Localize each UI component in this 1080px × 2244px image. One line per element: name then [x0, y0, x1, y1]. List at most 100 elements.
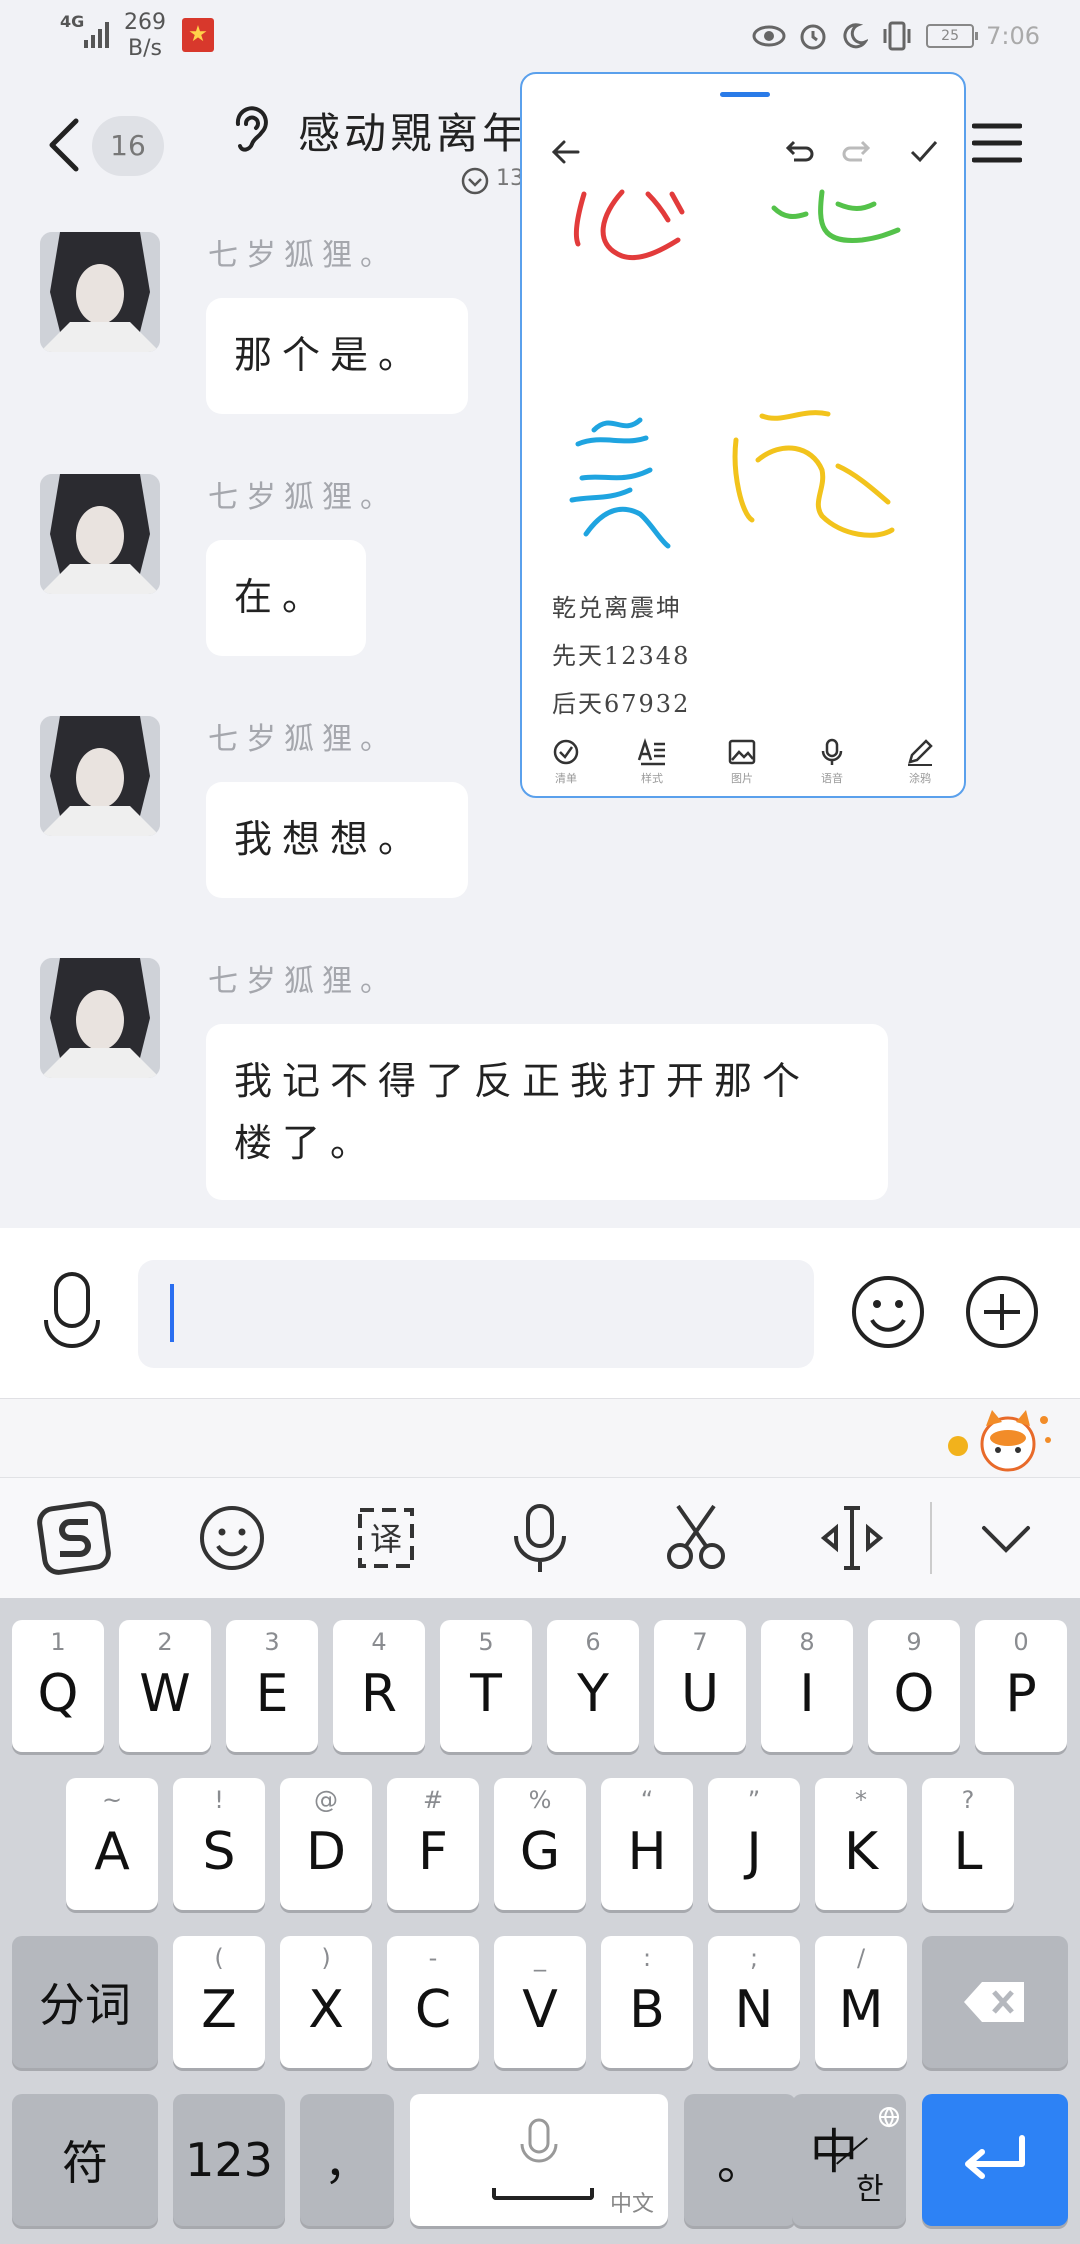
key-s[interactable]: ! S: [173, 1778, 265, 1910]
key-j[interactable]: ” J: [708, 1778, 800, 1910]
key-label: T: [470, 1664, 502, 1724]
period-key[interactable]: 。: [684, 2094, 796, 2226]
mascot-icon[interactable]: [936, 1404, 1056, 1474]
backspace-key[interactable]: [922, 1936, 1068, 2068]
key-l[interactable]: ? L: [922, 1778, 1014, 1910]
scissors-icon[interactable]: [656, 1500, 736, 1576]
avatar[interactable]: [40, 232, 160, 352]
key-t[interactable]: 5T: [440, 1620, 532, 1752]
sender-name: 七岁狐狸。: [208, 722, 398, 757]
key-n[interactable]: ; N: [708, 1936, 800, 2068]
floating-note-window[interactable]: 乾兑离震坤 先天12348 后天67932 清单 样式 图片 语音 涂鸦: [520, 72, 966, 798]
key-g[interactable]: % G: [494, 1778, 586, 1910]
key-y[interactable]: 6Y: [547, 1620, 639, 1752]
emoji-icon[interactable]: [192, 1500, 272, 1576]
eye-icon: [752, 25, 786, 47]
avatar[interactable]: [40, 474, 160, 594]
key-c[interactable]: -C: [387, 1936, 479, 2068]
checklist-icon: [553, 739, 579, 765]
menu-icon[interactable]: [972, 118, 1022, 168]
globe-icon: [879, 2107, 899, 2128]
translate-icon[interactable]: 译: [346, 1500, 426, 1576]
key-sub-label: ~: [101, 1786, 123, 1814]
comma-key[interactable]: ，: [300, 2094, 394, 2226]
key-sub-label: (: [214, 1944, 224, 1972]
key-b[interactable]: :B: [601, 1936, 693, 2068]
chevron-down-circle-icon[interactable]: [460, 166, 490, 196]
key-sub-label: -: [428, 1944, 438, 1972]
number-key[interactable]: 123: [173, 2094, 285, 2226]
space-key[interactable]: 中文: [410, 2094, 668, 2226]
checklist-tool[interactable]: 清单: [542, 738, 590, 786]
text-style-tool[interactable]: 样式: [628, 738, 676, 786]
back-icon[interactable]: [40, 115, 90, 175]
message-bubble[interactable]: 在。: [206, 540, 366, 656]
handwriting-canvas[interactable]: [522, 184, 964, 604]
avatar[interactable]: [40, 958, 160, 1078]
chevron-down-icon[interactable]: [966, 1500, 1046, 1576]
notification-app-icon: ★: [182, 18, 214, 52]
message-input[interactable]: [138, 1260, 814, 1368]
key-sub-label: ?: [961, 1786, 975, 1814]
voice-input-icon[interactable]: [40, 1270, 104, 1350]
avatar[interactable]: [40, 716, 160, 836]
key-label: K: [843, 1822, 879, 1882]
alarm-icon: [800, 24, 826, 50]
emoji-icon[interactable]: [850, 1274, 926, 1350]
key-d[interactable]: @ D: [280, 1778, 372, 1910]
note-text-line: 乾兑离震坤: [552, 594, 682, 622]
plus-icon[interactable]: [964, 1274, 1040, 1350]
segment-key[interactable]: 分词: [12, 1936, 158, 2068]
ear-icon[interactable]: [228, 104, 272, 154]
key-z[interactable]: (Z: [173, 1936, 265, 2068]
key-f[interactable]: # F: [387, 1778, 479, 1910]
message-bubble[interactable]: 我想想。: [206, 782, 468, 898]
key-w[interactable]: 2W: [119, 1620, 211, 1752]
image-tool[interactable]: 图片: [718, 738, 766, 786]
key-x[interactable]: ) X: [280, 1936, 372, 2068]
cursor-move-icon[interactable]: [812, 1500, 892, 1576]
key-o[interactable]: 9O: [868, 1620, 960, 1752]
key-e[interactable]: 3E: [226, 1620, 318, 1752]
key-label: S: [202, 1822, 236, 1882]
key-m[interactable]: / M: [815, 1936, 907, 2068]
pen-tool[interactable]: 涂鸦: [896, 738, 944, 786]
key-v[interactable]: _ V: [494, 1936, 586, 2068]
key-i[interactable]: 8I: [761, 1620, 853, 1752]
key-p[interactable]: 0P: [975, 1620, 1067, 1752]
key-label: 。: [717, 2136, 763, 2190]
unread-count-badge[interactable]: 16: [92, 116, 164, 176]
language-key[interactable]: 中 한: [792, 2094, 906, 2226]
key-label: O: [893, 1664, 935, 1724]
key-r[interactable]: 4R: [333, 1620, 425, 1752]
key-label: Z: [201, 1980, 237, 2040]
net-speed-unit: B/s: [128, 36, 162, 61]
message-bubble[interactable]: 我记不得了反正我打开那个 楼了。: [206, 1024, 888, 1200]
key-q[interactable]: 1Q: [12, 1620, 104, 1752]
voice-tool[interactable]: 语音: [808, 738, 856, 786]
key-label: R: [360, 1664, 398, 1724]
key-label: 中: [810, 2124, 859, 2180]
back-arrow-icon[interactable]: [550, 136, 582, 168]
message-bubble[interactable]: 那个是。: [206, 298, 468, 414]
symbol-key[interactable]: 符: [12, 2094, 158, 2226]
tool-label: 清单: [555, 772, 577, 785]
note-text-line: 后天67932: [552, 690, 691, 718]
key-label: Y: [577, 1664, 609, 1724]
key-k[interactable]: * K: [815, 1778, 907, 1910]
redo-icon[interactable]: [840, 138, 872, 166]
key-label: M: [838, 1980, 884, 2040]
enter-key[interactable]: [922, 2094, 1068, 2226]
undo-icon[interactable]: [784, 138, 816, 166]
drag-handle[interactable]: [720, 92, 770, 97]
toolbar-divider: [930, 1502, 932, 1574]
key-h[interactable]: “H: [601, 1778, 693, 1910]
key-u[interactable]: 7U: [654, 1620, 746, 1752]
key-a[interactable]: ~ A: [66, 1778, 158, 1910]
key-label: E: [255, 1664, 289, 1724]
sogou-logo-icon[interactable]: [36, 1500, 116, 1576]
check-icon[interactable]: [908, 138, 940, 166]
microphone-icon[interactable]: [500, 1500, 580, 1576]
key-sub-label: 2: [157, 1628, 173, 1656]
key-sub-label: 3: [264, 1628, 280, 1656]
